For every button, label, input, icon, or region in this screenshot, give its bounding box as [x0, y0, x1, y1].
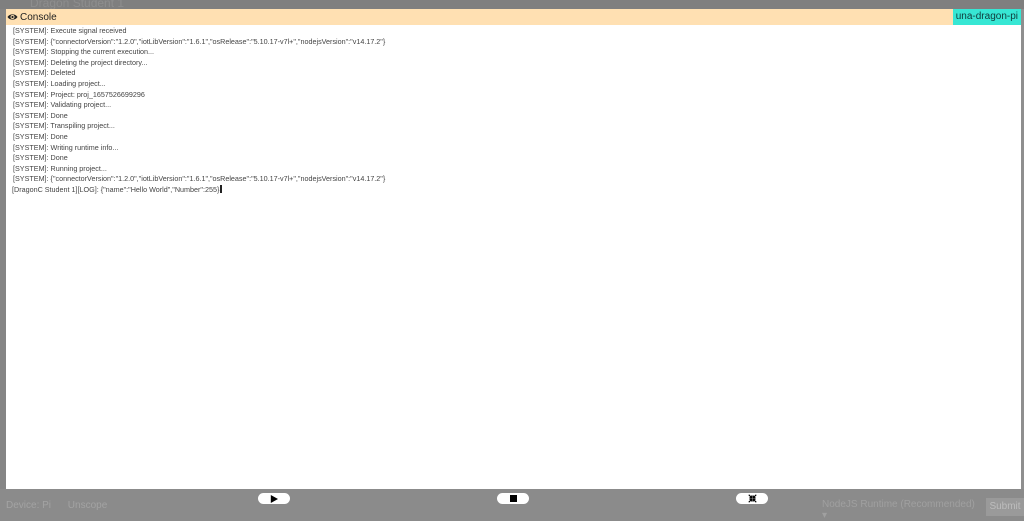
- console-window: Console una-dragon-pi [SYSTEM]: Execute …: [6, 9, 1021, 489]
- background-runtime-label: NodeJS Runtime (Recommended): [822, 499, 975, 510]
- console-log-line: [SYSTEM]: Done: [13, 153, 68, 163]
- console-log-line: [SYSTEM]: {"connectorVersion":"1.2.0","i…: [13, 36, 386, 46]
- console-log-line: [SYSTEM]: Running project...: [13, 163, 107, 173]
- console-log-line: [SYSTEM]: Writing runtime info...: [13, 142, 119, 152]
- stop-button[interactable]: [497, 493, 529, 504]
- background-device-label: Device: Pi: [6, 500, 52, 511]
- console-log-line: [SYSTEM]: Done: [13, 110, 68, 120]
- stop-icon: [509, 495, 517, 502]
- console-log[interactable]: [SYSTEM]: Execute signal received [SYSTEM…: [6, 25, 1021, 196]
- play-button[interactable]: [258, 493, 290, 504]
- console-log-line: [SYSTEM]: Done: [13, 131, 68, 141]
- collapse-icon: [747, 494, 757, 503]
- console-log-line: [SYSTEM]: Deleted: [13, 68, 76, 78]
- background-topbar: [0, 0, 1024, 9]
- collapse-button[interactable]: [736, 493, 768, 504]
- device-badge[interactable]: una-dragon-pi: [952, 9, 1021, 25]
- console-title: Console: [20, 11, 57, 23]
- console-log-line: [DragonC Student 1][LOG]: {"name":"Hello…: [12, 184, 1021, 196]
- console-log-line: [SYSTEM]: Deleting the project directory…: [13, 57, 148, 67]
- console-log-line: [SYSTEM]: Validating project...: [13, 100, 112, 110]
- background-device-field: Device: Pi Unscope: [6, 500, 107, 511]
- background-submit-button: Submit: [986, 498, 1024, 516]
- play-icon: [270, 494, 278, 503]
- console-log-line: [SYSTEM]: Loading project...: [13, 78, 106, 88]
- console-log-line: [SYSTEM]: Execute signal received: [13, 26, 127, 35]
- console-header: Console una-dragon-pi: [6, 9, 1021, 25]
- console-log-line: [SYSTEM]: {"connectorVersion":"1.2.0","i…: [13, 174, 386, 184]
- console-log-line: [SYSTEM]: Transpiling project...: [13, 121, 115, 131]
- console-log-line: [SYSTEM]: Stopping the current execution…: [13, 47, 155, 57]
- console-log-line: [SYSTEM]: Project: proj_1657526699296: [13, 89, 145, 99]
- eye-icon[interactable]: [7, 12, 18, 23]
- background-runtime-select: NodeJS Runtime (Recommended) ▾: [822, 499, 980, 521]
- background-device-value: Unscope: [67, 500, 108, 511]
- text-cursor: [220, 184, 223, 193]
